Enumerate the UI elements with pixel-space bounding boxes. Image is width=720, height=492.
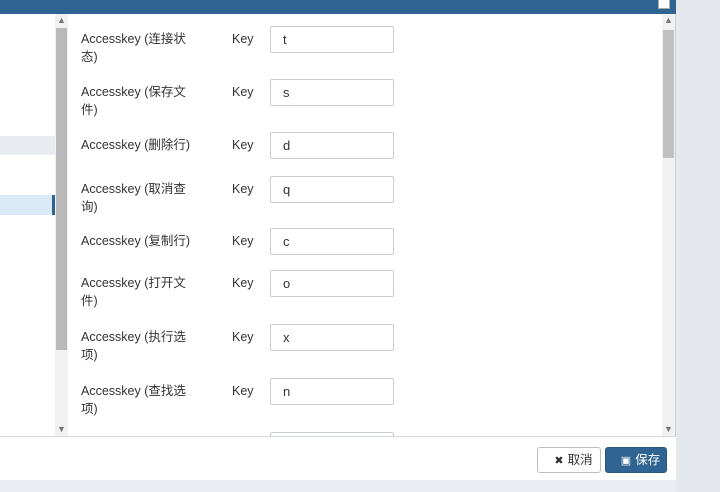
cancel-label: 取消	[567, 453, 593, 467]
key-input[interactable]	[270, 176, 394, 203]
settings-scrollbar[interactable]: ▲ ▼	[662, 14, 675, 436]
key-label: Key	[232, 182, 254, 196]
key-input[interactable]	[270, 228, 394, 255]
category-tree	[0, 14, 55, 436]
save-icon: ▣	[620, 455, 632, 467]
shortcut-row: Accesskey (打开文件) Key	[68, 270, 662, 310]
tree-item[interactable]	[0, 136, 55, 155]
key-input[interactable]	[270, 132, 394, 159]
save-label: 保存	[635, 453, 661, 467]
save-button[interactable]: ▣ 保存	[605, 447, 667, 473]
key-input[interactable]	[270, 324, 394, 351]
key-input[interactable]	[270, 79, 394, 106]
key-label: Key	[232, 85, 254, 99]
tree-item-selected[interactable]	[0, 195, 55, 215]
shortcut-row: Accesskey (复制行) Key	[68, 228, 662, 268]
background-area	[676, 0, 720, 492]
shortcut-label: Accesskey (保存文件)	[81, 85, 186, 117]
shortcut-label: Accesskey (执行选项)	[81, 330, 186, 362]
shortcut-label: Accesskey (复制行)	[81, 234, 191, 248]
key-label: Key	[232, 138, 254, 152]
shortcut-label: Accesskey (打开文件)	[81, 276, 186, 308]
dialog-title-bar	[0, 0, 676, 14]
scroll-up-icon[interactable]: ▲	[55, 14, 68, 27]
key-label: Key	[232, 330, 254, 344]
shortcut-row: Accesskey (查找选项) Key	[68, 378, 662, 418]
background-area	[0, 480, 676, 492]
tree-scrollbar[interactable]: ▲ ▼	[55, 14, 68, 436]
maximize-icon[interactable]	[658, 0, 670, 9]
shortcut-row: Accesskey (删除行) Key	[68, 132, 662, 172]
shortcut-label: Accesskey (查找选项)	[81, 384, 186, 416]
shortcut-label: Accesskey (删除行)	[81, 138, 191, 152]
dialog-footer: ✖ 取消 ▣ 保存	[0, 436, 676, 480]
close-icon: ✖	[554, 455, 564, 467]
scroll-thumb[interactable]	[56, 28, 67, 350]
shortcut-row: Accesskey (保存文件) Key	[68, 79, 662, 119]
cancel-button[interactable]: ✖ 取消	[537, 447, 601, 473]
scroll-down-icon[interactable]: ▼	[55, 423, 68, 436]
key-input[interactable]	[270, 26, 394, 53]
key-input[interactable]	[270, 270, 394, 297]
shortcut-row: Accesskey (执行选项) Key	[68, 324, 662, 364]
scroll-up-icon[interactable]: ▲	[662, 14, 675, 27]
scroll-down-icon[interactable]: ▼	[662, 423, 675, 436]
shortcut-label: Accesskey (连接状态)	[81, 32, 186, 64]
shortcut-row: Accesskey (取消查询) Key	[68, 176, 662, 216]
key-label: Key	[232, 32, 254, 46]
shortcut-settings-panel: Accesskey (连接状态)KeyAccesskey (保存文件)KeyAc…	[68, 14, 662, 436]
shortcut-row: Accesskey (连接状态) Key	[68, 26, 662, 66]
preferences-dialog: ▲ ▼ Accesskey (连接状态) Key Accesskey (保存文件) K…	[0, 14, 676, 480]
shortcut-label: Accesskey (取消查询)	[81, 182, 186, 214]
key-label: Key	[232, 276, 254, 290]
key-label: Key	[232, 384, 254, 398]
scroll-thumb[interactable]	[663, 30, 674, 158]
key-input[interactable]	[270, 378, 394, 405]
key-label: Key	[232, 234, 254, 248]
